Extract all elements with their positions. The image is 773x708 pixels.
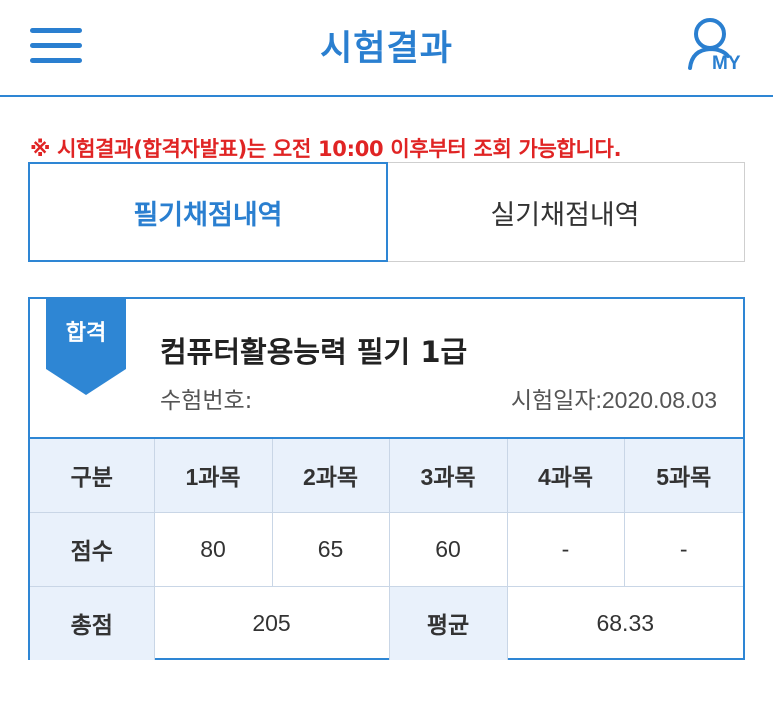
score-subject-5: - xyxy=(623,511,743,587)
exam-name: 컴퓨터활용능력 필기 1급 xyxy=(160,335,468,369)
header-subject-1: 1과목 xyxy=(153,437,273,513)
table-header-row: 구분 1과목 2과목 3과목 4과목 5과목 xyxy=(30,437,743,513)
score-subject-1: 80 xyxy=(153,511,273,587)
tab-practical-scores[interactable]: 실기채점내역 xyxy=(386,162,745,262)
header-category: 구분 xyxy=(30,437,155,513)
exam-number-label: 수험번호: xyxy=(160,388,253,414)
average-score: 68.33 xyxy=(506,585,743,660)
pass-status: 합격 xyxy=(65,321,107,346)
header-subject-5: 5과목 xyxy=(623,437,743,513)
score-subject-3: 60 xyxy=(388,511,508,587)
total-label: 총점 xyxy=(30,585,155,660)
score-label: 점수 xyxy=(30,511,155,587)
header-subject-3: 3과목 xyxy=(388,437,508,513)
result-tabs: 필기채점내역 실기채점내역 xyxy=(28,162,745,262)
app-header: 시험결과 MY xyxy=(0,0,773,97)
total-score: 205 xyxy=(153,585,390,660)
my-label: MY xyxy=(712,53,741,74)
total-row: 총점 205 평균 68.33 xyxy=(30,585,743,660)
header-subject-4: 4과목 xyxy=(506,437,625,513)
notice-text: ※ 시험결과(합격자발표)는 오전 10:00 이후부터 조회 가능합니다. xyxy=(30,137,622,161)
tab-written-scores[interactable]: 필기채점내역 xyxy=(28,162,388,262)
average-label: 평균 xyxy=(388,585,508,660)
score-table: 구분 1과목 2과목 3과목 4과목 5과목 점수 80 65 60 - - 총… xyxy=(30,437,743,660)
my-page-button[interactable]: MY xyxy=(686,16,750,76)
exam-date: 시험일자:2020.08.03 xyxy=(510,387,717,413)
score-subject-2: 65 xyxy=(271,511,390,587)
result-card: 합격 컴퓨터활용능력 필기 1급 수험번호: 시험일자:2020.08.03 구… xyxy=(28,297,745,660)
page-title: 시험결과 xyxy=(320,29,453,69)
score-subject-4: - xyxy=(506,511,625,587)
score-row: 점수 80 65 60 - - xyxy=(30,511,743,587)
header-subject-2: 2과목 xyxy=(271,437,390,513)
pass-badge: 합격 xyxy=(46,297,126,397)
